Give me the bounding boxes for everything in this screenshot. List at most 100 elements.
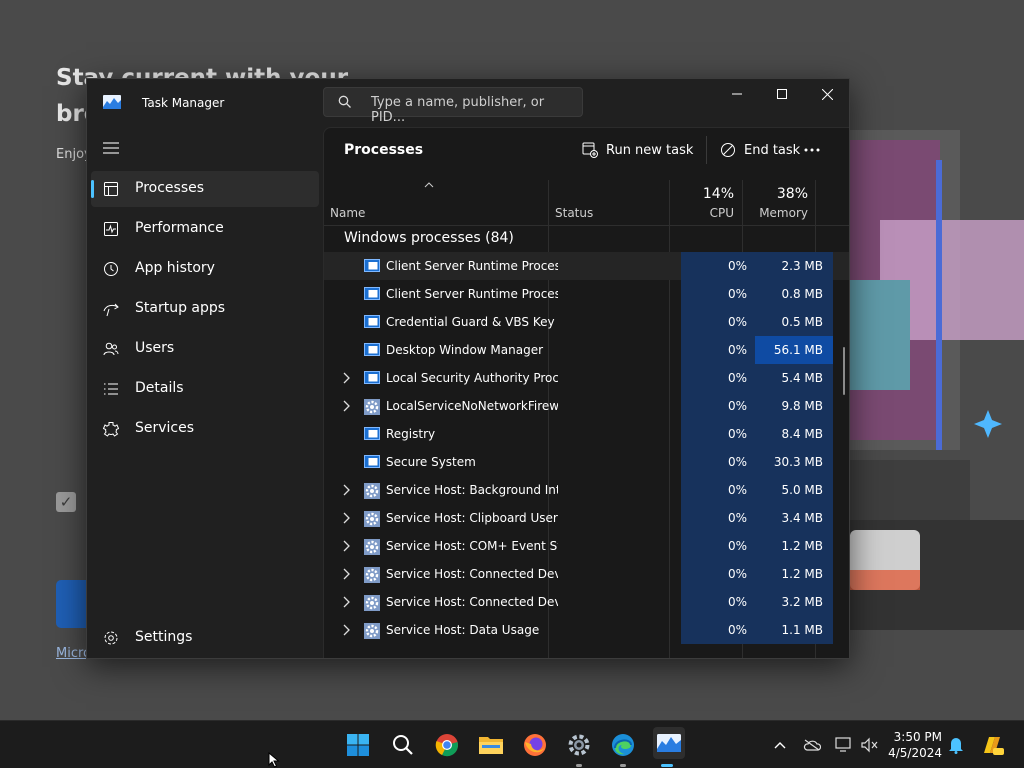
end-task-button[interactable]: End task xyxy=(720,132,800,168)
expand-toggle[interactable] xyxy=(342,568,350,583)
process-row[interactable]: Secure System 0% 30.3 MB xyxy=(324,448,849,476)
memory-column-header[interactable]: Memory xyxy=(748,206,808,220)
start-button[interactable] xyxy=(344,731,372,759)
vertical-scrollbar[interactable] xyxy=(843,347,845,395)
maximize-icon xyxy=(777,89,787,99)
minimize-button[interactable] xyxy=(714,79,760,109)
close-button[interactable] xyxy=(804,79,849,109)
process-name: Credential Guard & VBS Key Is... xyxy=(386,315,558,329)
status-column-header[interactable]: Status xyxy=(555,206,593,220)
task-manager-icon xyxy=(103,95,121,109)
service-gear-icon xyxy=(364,539,380,555)
chevron-right-icon[interactable] xyxy=(342,568,350,580)
process-row[interactable]: Service Host: Background Inte... 0%5.0 MB xyxy=(324,476,849,504)
expand-toggle[interactable] xyxy=(342,484,350,499)
chevron-right-icon[interactable] xyxy=(342,484,350,496)
process-cpu: 0% xyxy=(681,476,755,504)
nav-item-details[interactable]: Details xyxy=(91,371,319,407)
startup-apps-icon xyxy=(103,303,119,317)
expand-toggle[interactable] xyxy=(342,540,350,555)
task-manager-taskbar-button[interactable] xyxy=(653,727,685,767)
nav-item-settings[interactable]: Settings xyxy=(91,620,319,656)
process-memory: 1.2 MB xyxy=(755,560,833,588)
expand-toggle[interactable] xyxy=(342,400,350,415)
process-row[interactable]: Service Host: Data Usage 0% 1.1 MB xyxy=(324,616,849,644)
expand-toggle[interactable] xyxy=(342,372,350,387)
search-box[interactable]: Type a name, publisher, or PID... xyxy=(323,87,583,125)
expand-toggle[interactable] xyxy=(342,624,350,639)
firefox-button[interactable] xyxy=(521,731,549,759)
welcome-checkbox[interactable]: ✓ xyxy=(56,492,76,512)
process-name: Client Server Runtime Process xyxy=(386,287,558,301)
nav-item-processes[interactable]: Processes xyxy=(91,171,319,207)
file-explorer-icon xyxy=(479,737,503,754)
expand-toggle[interactable] xyxy=(342,596,350,611)
process-name: Service Host: Clipboard User S... xyxy=(386,511,558,525)
process-row[interactable]: Service Host: COM+ Event Sys... 0%1.2 MB xyxy=(324,532,849,560)
process-row[interactable]: Service Host: Connected Devi... 0% 3.2 MB xyxy=(324,588,849,616)
cpu-column-header[interactable]: CPU xyxy=(674,206,734,220)
maximize-button[interactable] xyxy=(759,79,805,109)
taskbar-search-button[interactable] xyxy=(389,731,417,759)
name-column-header[interactable]: Name xyxy=(330,206,365,220)
process-row[interactable]: Service Host: Clipboard User S... 0%3.4 M… xyxy=(324,504,849,532)
nav-item-performance[interactable]: Performance xyxy=(91,211,319,247)
chevron-right-icon[interactable] xyxy=(342,512,350,524)
process-row[interactable]: Desktop Window Manager 0% 56.1 MB xyxy=(324,336,849,364)
nav-item-services[interactable]: Services xyxy=(91,411,319,447)
expand-toggle[interactable] xyxy=(342,512,350,527)
chevron-right-icon[interactable] xyxy=(342,596,350,608)
copilot-button[interactable] xyxy=(980,733,1004,757)
chrome-button[interactable] xyxy=(433,731,461,759)
process-memory: 56.1 MB xyxy=(755,336,833,364)
process-memory: 3.2 MB xyxy=(755,588,833,616)
file-explorer-button[interactable] xyxy=(477,731,505,759)
network-tray-button[interactable] xyxy=(834,735,854,755)
show-hidden-icons-button[interactable] xyxy=(770,735,790,755)
nav-item-startup-apps[interactable]: Startup apps xyxy=(91,291,319,327)
nav-label: Settings xyxy=(135,629,193,645)
process-window-icon xyxy=(364,427,380,440)
chevron-right-icon[interactable] xyxy=(342,540,350,552)
process-row[interactable]: Client Server Runtime Process 0% 2.3 MB xyxy=(324,252,849,280)
process-cpu: 0% xyxy=(681,252,755,280)
onedrive-tray-button[interactable] xyxy=(802,735,822,755)
run-new-task-button[interactable]: Run new task xyxy=(582,132,693,168)
nav-item-users[interactable]: Users xyxy=(91,331,319,367)
chevron-right-icon[interactable] xyxy=(342,372,350,384)
service-gear-icon xyxy=(364,595,380,611)
chevron-up-icon xyxy=(774,742,786,749)
process-icon xyxy=(364,567,380,586)
group-header[interactable]: Windows processes (84) xyxy=(344,230,514,246)
chevron-right-icon[interactable] xyxy=(342,624,350,636)
settings-button[interactable] xyxy=(565,731,593,767)
app-history-icon xyxy=(104,262,118,276)
hamburger-menu-icon[interactable] xyxy=(103,141,119,155)
process-row[interactable]: Client Server Runtime Process 0% 0.8 MB xyxy=(324,280,849,308)
process-memory: 2.3 MB xyxy=(755,252,833,280)
process-memory: 1.2 MB xyxy=(755,532,833,560)
process-name: Service Host: Background Inte... xyxy=(386,483,558,497)
chevron-right-icon[interactable] xyxy=(342,400,350,412)
clock-button[interactable]: 3:50 PM 4/5/2024 xyxy=(886,729,942,761)
process-window-icon xyxy=(364,343,380,356)
nav-item-app-history[interactable]: App history xyxy=(91,251,319,287)
process-row[interactable]: Credential Guard & VBS Key Is... 0%0.5 MB xyxy=(324,308,849,336)
notifications-button[interactable] xyxy=(946,735,966,755)
process-row[interactable]: LocalServiceNoNetworkFirewa... 0%9.8 MB xyxy=(324,392,849,420)
memory-percent-total: 38% xyxy=(776,186,808,202)
process-icon xyxy=(364,511,380,530)
nav-label: Services xyxy=(135,420,195,436)
close-icon xyxy=(821,88,833,100)
process-name: Service Host: Data Usage xyxy=(386,623,540,637)
edge-button[interactable] xyxy=(609,731,637,767)
more-options-button[interactable] xyxy=(804,132,828,168)
process-row[interactable]: Local Security Authority Proce... 0%5.4 M… xyxy=(324,364,849,392)
chrome-icon xyxy=(435,734,458,757)
process-row[interactable]: Service Host: Connected Devi... 0% 1.2 MB xyxy=(324,560,849,588)
process-name: Service Host: Connected Devi... xyxy=(386,567,558,581)
process-memory: 3.4 MB xyxy=(755,504,833,532)
welcome-illustration xyxy=(840,130,1024,630)
volume-tray-button[interactable] xyxy=(860,735,880,755)
process-row[interactable]: Registry 0% 8.4 MB xyxy=(324,420,849,448)
